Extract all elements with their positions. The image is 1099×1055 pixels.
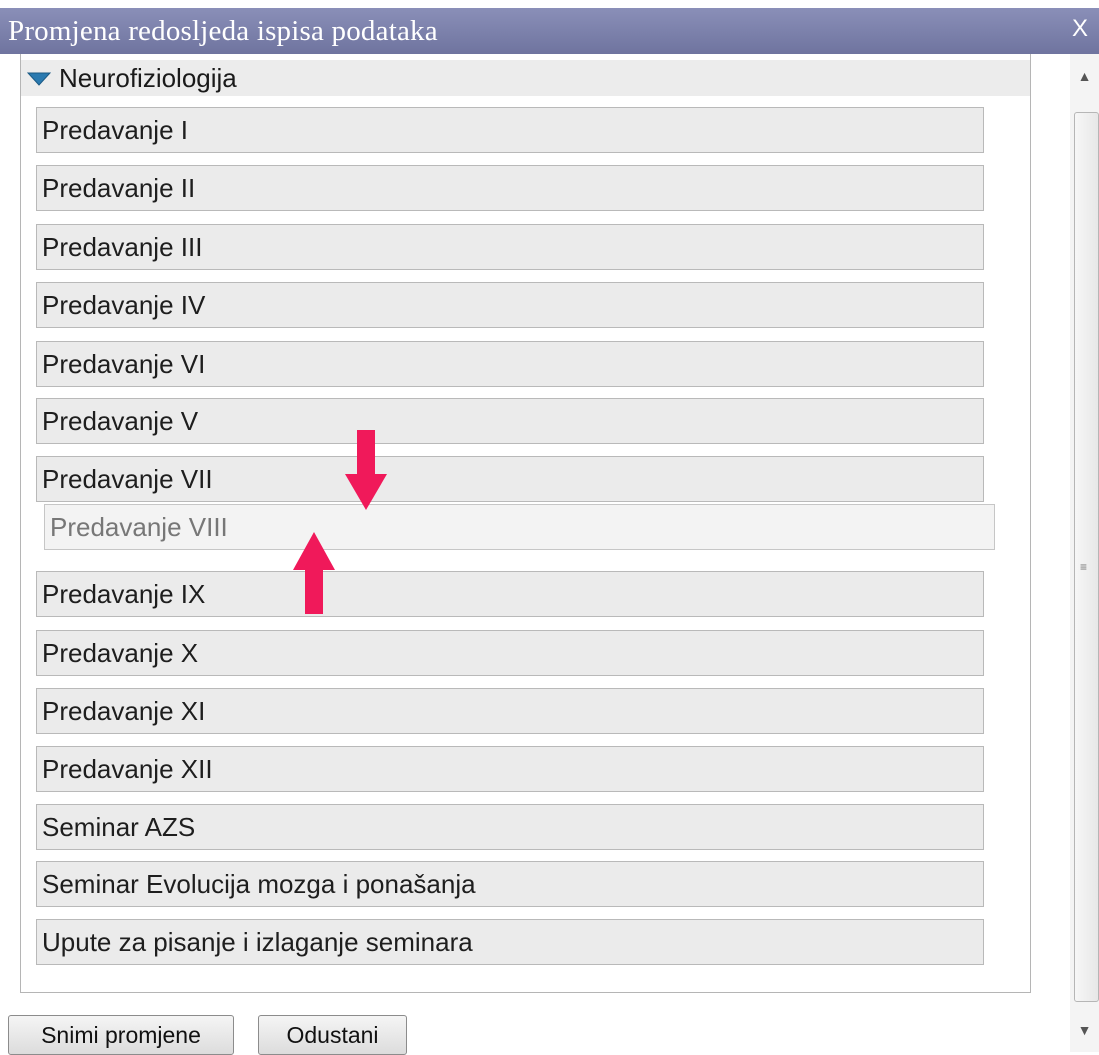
save-button[interactable]: Snimi promjene: [8, 1015, 234, 1055]
sortable-item[interactable]: Seminar AZS: [36, 804, 984, 850]
group-name: Neurofiziologija: [59, 63, 237, 93]
sortable-item[interactable]: Predavanje I: [36, 107, 984, 153]
sortable-item[interactable]: Predavanje IX: [36, 571, 984, 617]
sortable-item[interactable]: Predavanje XI: [36, 688, 984, 734]
sortable-item[interactable]: Predavanje X: [36, 630, 984, 676]
sortable-item[interactable]: Predavanje VII: [36, 456, 984, 502]
sortable-item[interactable]: Predavanje VI: [36, 341, 984, 387]
vertical-scrollbar[interactable]: ▲ ≡ ▼: [1070, 54, 1099, 1052]
reorder-panel: Neurofiziologija Predavanje I Predavanje…: [20, 54, 1031, 993]
sortable-item[interactable]: Predavanje II: [36, 165, 984, 211]
scrollbar-thumb[interactable]: ≡: [1074, 112, 1099, 1002]
scroll-down-icon[interactable]: ▼: [1070, 1012, 1099, 1052]
dialog-titlebar[interactable]: Promjena redosljeda ispisa podataka X: [0, 8, 1099, 54]
dialog-title: Promjena redosljeda ispisa podataka: [8, 15, 438, 47]
sortable-item[interactable]: Predavanje V: [36, 398, 984, 444]
arrow-down-icon: [345, 430, 387, 510]
sortable-item[interactable]: Predavanje XII: [36, 746, 984, 792]
caret-down-icon[interactable]: [27, 72, 51, 86]
arrow-up-icon: [293, 532, 335, 614]
grip-icon: ≡: [1080, 560, 1088, 574]
sortable-item[interactable]: Predavanje IV: [36, 282, 984, 328]
sortable-item[interactable]: Upute za pisanje i izlaganje seminara: [36, 919, 984, 965]
sortable-item[interactable]: Seminar Evolucija mozga i ponašanja: [36, 861, 984, 907]
group-header[interactable]: Neurofiziologija: [21, 60, 1030, 96]
sortable-item[interactable]: Predavanje III: [36, 224, 984, 270]
cancel-button[interactable]: Odustani: [258, 1015, 407, 1055]
dragging-item[interactable]: Predavanje VIII: [44, 504, 995, 550]
close-icon[interactable]: X: [1069, 14, 1091, 44]
scroll-up-icon[interactable]: ▲: [1070, 54, 1099, 94]
